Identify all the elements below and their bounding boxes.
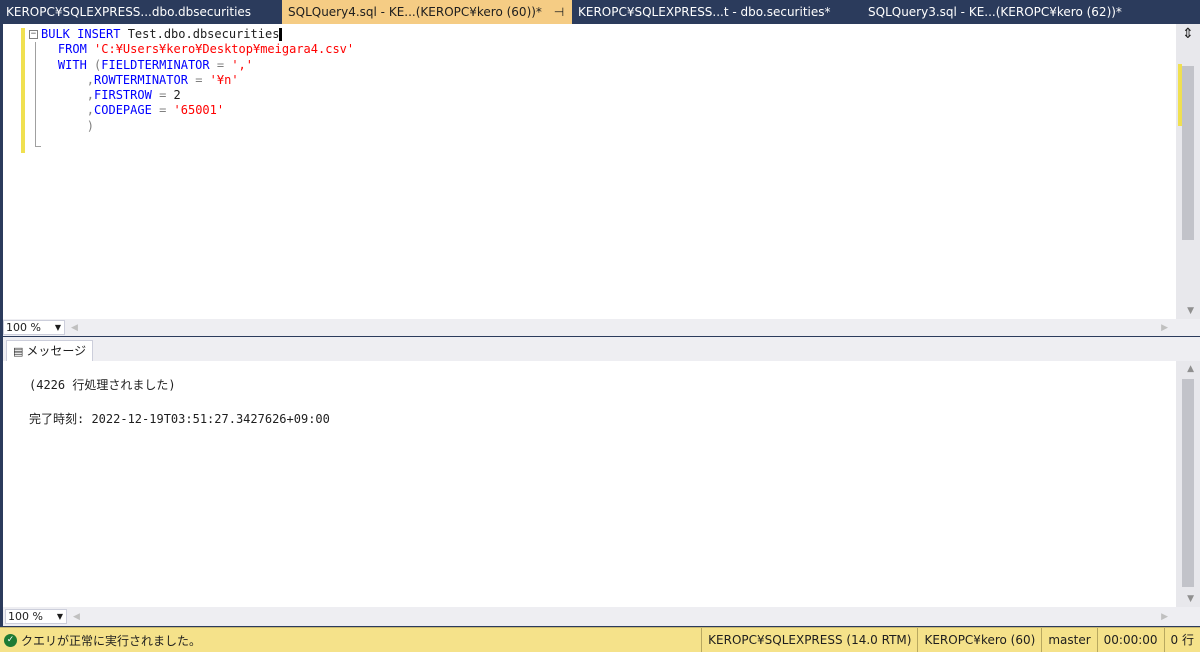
punctuation: = [195,72,210,87]
split-window-icon[interactable]: ⇕ [1180,26,1196,42]
tab-sqlquery4[interactable]: SQLQuery4.sql - KE...(KEROPC¥kero (60))*… [282,0,572,24]
code-line: ,ROWTERMINATOR = '¥n' [29,73,354,88]
code-line: WITH (FIELDTERMINATOR = ',' [29,58,354,73]
string-literal: ',' [231,57,253,72]
identifier: Test.dbo.dbsecurities [127,27,280,41]
punctuation: = [159,88,174,103]
scroll-right-icon[interactable]: ▶ [1161,612,1168,622]
status-bar: ✓ クエリが正常に実行されました。 KEROPC¥SQLEXPRESS (14.… [0,627,1200,652]
punctuation: , [86,72,95,87]
scroll-left-icon[interactable]: ◀ [73,612,80,622]
chevron-down-icon[interactable]: ▼ [57,610,63,623]
tab-label: SQLQuery3.sql - KE...(KEROPC¥kero (62))* [868,5,1122,19]
keyword: FIELDTERMINATOR [101,57,217,72]
success-check-icon: ✓ [4,633,17,647]
status-user: KEROPC¥kero (60) [917,627,1041,652]
scroll-down-icon[interactable]: ▼ [1187,594,1194,604]
message-line: (4226 行処理されました) [29,378,176,392]
scroll-thumb[interactable] [1182,66,1194,240]
scroll-left-icon[interactable]: ◀ [71,323,78,333]
string-literal: '¥n' [209,72,239,87]
code-line: − BULK INSERT Test.dbo.dbsecurities [29,27,354,42]
results-tab-strip: ▤ メッセージ [0,337,1200,361]
editor-zoom-bar: 100 % ▼ ◀ ▶ [0,319,1200,336]
keyword: ROWTERMINATOR [94,72,196,87]
scroll-up-icon[interactable]: ▲ [1187,364,1194,374]
status-server: KEROPC¥SQLEXPRESS (14.0 RTM) [701,627,917,652]
message-line: 完了時刻: 2022-12-19T03:51:27.3427626+09:00 [29,412,330,426]
status-message: クエリが正常に実行されました。 [21,633,202,648]
messages-pane[interactable]: (4226 行処理されました) 完了時刻: 2022-12-19T03:51:2… [0,361,1200,607]
keyword: FIRSTROW [94,88,160,103]
tab-sqlquery3[interactable]: SQLQuery3.sql - KE...(KEROPC¥kero (62))* [862,0,1152,24]
code-line: ) [29,119,354,134]
scroll-thumb[interactable] [1182,379,1194,587]
zoom-select[interactable]: 100 % ▼ [3,320,65,335]
tab-securities[interactable]: KEROPC¥SQLEXPRESS...t - dbo.securities* [572,0,862,24]
editor-vertical-scrollbar[interactable]: ⇕ ▼ [1176,24,1200,320]
punctuation: = [216,57,232,72]
status-rows: 0 行 [1163,627,1200,652]
number-literal: 2 [173,88,181,103]
string-literal: 'C:¥Users¥kero¥Desktop¥meigara4.csv' [94,42,355,57]
scroll-down-icon[interactable]: ▼ [1187,306,1194,316]
keyword: BULK INSERT [41,27,128,41]
punctuation: , [86,88,95,103]
results-zoom-bar: 100 % ▼ ◀ ▶ [0,607,1200,626]
collapse-icon[interactable]: − [29,30,38,39]
results-vertical-scrollbar[interactable]: ▲ ▼ [1176,361,1200,607]
status-elapsed: 00:00:00 [1096,627,1164,652]
tab-label: SQLQuery4.sql - KE...(KEROPC¥kero (60))* [288,5,542,19]
zoom-select[interactable]: 100 % ▼ [5,609,67,624]
text-caret [279,28,283,41]
query-editor[interactable]: − BULK INSERT Test.dbo.dbsecurities FROM … [0,24,1200,320]
tab-label: メッセージ [26,344,87,358]
punctuation: ) [86,118,95,133]
keyword: WITH [57,57,95,72]
tab-label: KEROPC¥SQLEXPRESS...dbo.dbsecurities [6,5,252,19]
tab-dbsecurities[interactable]: KEROPC¥SQLEXPRESS...dbo.dbsecurities [0,0,282,24]
document-tab-strip: KEROPC¥SQLEXPRESS...dbo.dbsecurities SQL… [0,0,1200,24]
messages-icon: ▤ [13,345,24,358]
keyword: CODEPAGE [94,103,160,118]
pin-icon[interactable]: ⊣ [554,0,564,24]
code-area[interactable]: − BULK INSERT Test.dbo.dbsecurities FROM … [29,27,354,134]
scroll-right-icon[interactable]: ▶ [1161,323,1168,333]
zoom-value: 100 % [6,321,41,334]
zoom-value: 100 % [8,610,43,623]
code-line: ,FIRSTROW = 2 [29,88,354,103]
keyword: FROM [57,42,95,57]
status-database: master [1041,627,1096,652]
outline-guide-end [35,146,41,147]
punctuation: = [159,103,174,118]
tab-label: KEROPC¥SQLEXPRESS...t - dbo.securities* [578,5,831,19]
change-tracking-bar [21,28,25,153]
punctuation: , [86,103,95,118]
code-line: ,CODEPAGE = '65001' [29,103,354,118]
tab-messages[interactable]: ▤ メッセージ [6,340,94,361]
string-literal: '65001' [173,103,225,118]
code-line: FROM 'C:¥Users¥kero¥Desktop¥meigara4.csv… [29,42,354,57]
chevron-down-icon[interactable]: ▼ [55,321,61,334]
